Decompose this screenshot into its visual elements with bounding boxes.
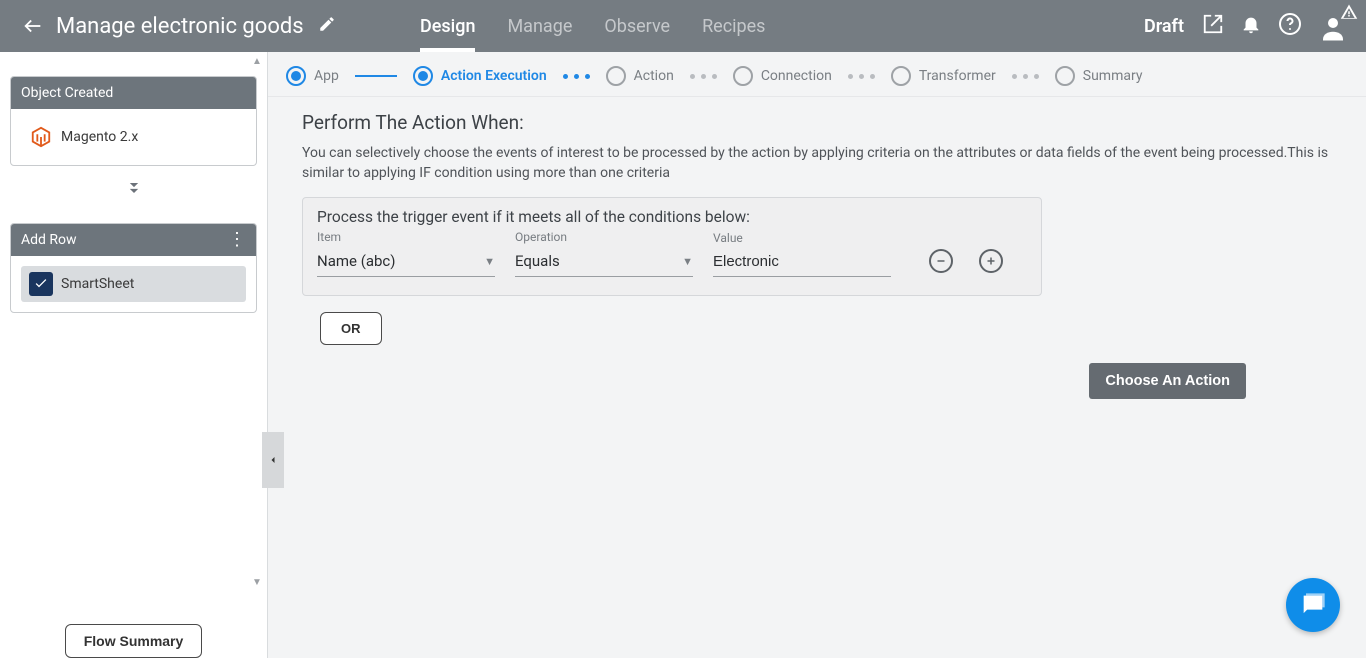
collapse-sidebar-handle[interactable] (262, 432, 284, 488)
step-separator (557, 74, 596, 79)
top-bar: Manage electronic goods Design Manage Ob… (0, 0, 1366, 52)
sidebar-block-trigger[interactable]: Object Created Magento 2.x (10, 76, 257, 166)
draft-status: Draft (1144, 16, 1184, 37)
back-arrow-icon[interactable] (22, 15, 44, 37)
sidebar-block-action[interactable]: Add Row ⋮ SmartSheet (10, 223, 257, 313)
tab-design[interactable]: Design (420, 0, 475, 52)
open-external-icon[interactable] (1202, 13, 1224, 39)
user-avatar[interactable] (1318, 9, 1348, 43)
magento-icon (29, 125, 53, 149)
step-separator (684, 74, 723, 79)
step-radio-icon (606, 66, 626, 86)
step-separator (349, 75, 403, 77)
step-radio-icon (1055, 66, 1075, 86)
tab-observe[interactable]: Observe (604, 0, 670, 52)
sidebar-app-name: Magento 2.x (61, 129, 138, 145)
step-radio-icon (286, 66, 306, 86)
flow-summary-button[interactable]: Flow Summary (65, 624, 203, 658)
operation-select[interactable]: Equals ▼ (515, 248, 693, 277)
tab-manage[interactable]: Manage (507, 0, 572, 52)
flow-sidebar: ▲ Object Created Magento 2.x Add Row ⋮ (0, 52, 268, 658)
value-input[interactable] (713, 249, 891, 277)
condition-row: Item Name (abc) ▼ Operation Equals ▼ (317, 230, 1027, 277)
tab-recipes[interactable]: Recipes (702, 0, 765, 52)
step-separator (842, 74, 881, 79)
section-description: You can selectively choose the events of… (302, 144, 1332, 183)
kebab-icon[interactable]: ⋮ (228, 235, 246, 245)
scroll-down-icon[interactable]: ▼ (252, 577, 262, 588)
section-title: Perform The Action When: (302, 111, 1338, 134)
step-radio-icon (733, 66, 753, 86)
item-select[interactable]: Name (abc) ▼ (317, 248, 495, 277)
step-separator (1006, 74, 1045, 79)
remove-condition-button[interactable] (929, 249, 953, 273)
value-label: Value (713, 231, 891, 245)
mode-tabs: Design Manage Observe Recipes (420, 0, 765, 52)
step-summary[interactable]: Summary (1055, 66, 1143, 86)
add-condition-button[interactable] (979, 249, 1003, 273)
sidebar-block-title: Object Created (21, 85, 113, 101)
bell-icon[interactable] (1240, 13, 1262, 39)
topbar-icons (1202, 9, 1348, 43)
flow-connector-icon (10, 178, 257, 203)
help-icon[interactable] (1278, 12, 1302, 40)
operation-label: Operation (515, 230, 693, 244)
item-label: Item (317, 230, 495, 244)
warning-badge-icon (1340, 3, 1358, 25)
conditions-heading: Process the trigger event if it meets al… (317, 208, 1027, 226)
main-panel: App Action Execution Action Connection T… (268, 52, 1366, 658)
step-action-execution[interactable]: Action Execution (413, 66, 547, 86)
edit-icon[interactable] (318, 15, 336, 37)
sidebar-block-title: Add Row (21, 232, 77, 248)
step-app[interactable]: App (286, 66, 339, 86)
page-title: Manage electronic goods (56, 14, 304, 39)
scroll-up-icon[interactable]: ▲ (252, 56, 262, 67)
sidebar-app-name: SmartSheet (61, 276, 134, 292)
step-radio-icon (891, 66, 911, 86)
choose-action-button[interactable]: Choose An Action (1089, 363, 1246, 399)
conditions-panel: Process the trigger event if it meets al… (302, 197, 1042, 296)
step-radio-icon (413, 66, 433, 86)
wizard-steps: App Action Execution Action Connection T… (268, 52, 1366, 97)
smartsheet-icon (29, 272, 53, 296)
sidebar-block-head: Object Created (11, 77, 256, 109)
or-button[interactable]: OR (320, 312, 382, 345)
step-action[interactable]: Action (606, 66, 674, 86)
chat-fab[interactable] (1286, 578, 1340, 632)
chevron-down-icon: ▼ (484, 255, 495, 268)
chevron-down-icon: ▼ (682, 255, 693, 268)
step-connection[interactable]: Connection (733, 66, 832, 86)
step-transformer[interactable]: Transformer (891, 66, 996, 86)
sidebar-block-head: Add Row ⋮ (11, 224, 256, 256)
